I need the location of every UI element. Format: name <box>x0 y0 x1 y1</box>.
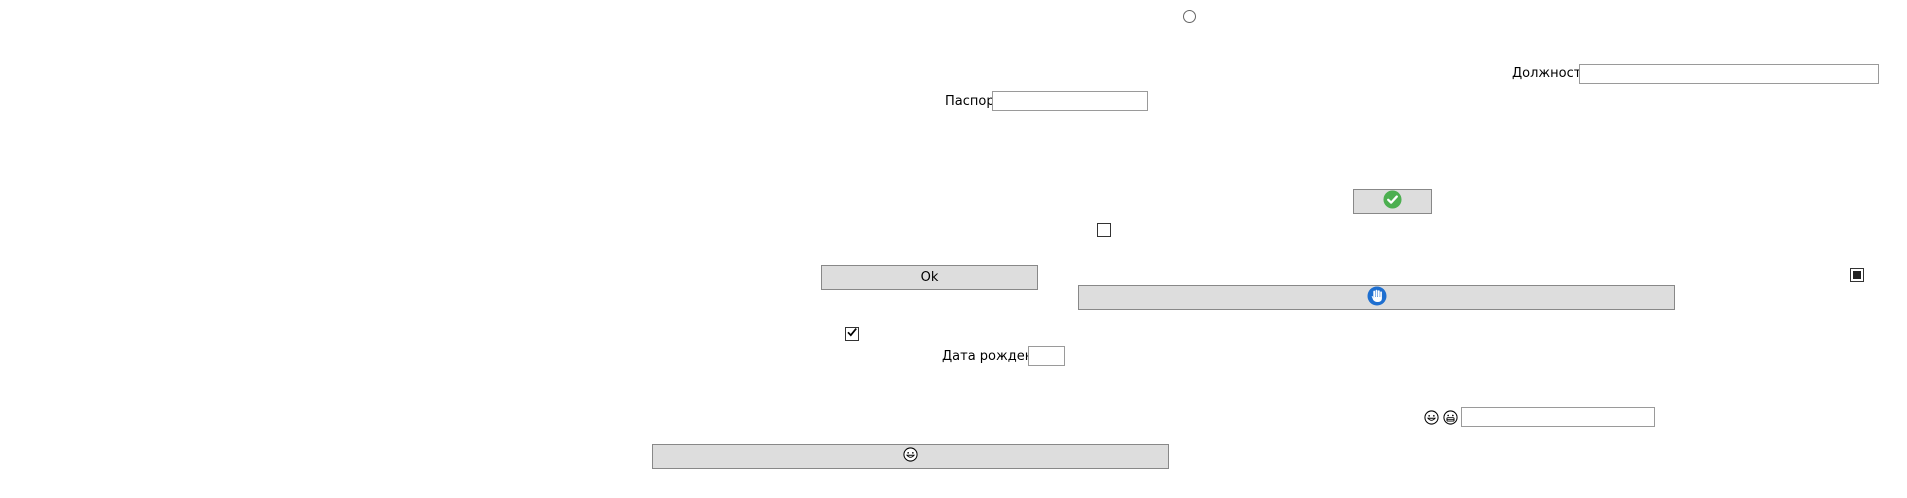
checkbox-checked[interactable] <box>845 327 859 341</box>
hand-icon <box>1367 286 1387 310</box>
checkmark-icon <box>846 326 858 342</box>
ok-button[interactable]: Ok <box>821 265 1038 290</box>
green-check-circle-icon <box>1383 190 1402 213</box>
grinning-face-icon <box>1443 410 1458 429</box>
hand-button[interactable] <box>1078 285 1675 310</box>
smiley-icon <box>903 447 918 466</box>
confirm-button[interactable] <box>1353 189 1432 214</box>
smiley-icon <box>1424 410 1439 429</box>
position-input[interactable] <box>1579 64 1879 84</box>
emoji-button[interactable] <box>652 444 1169 469</box>
position-label: Должность <box>1512 66 1589 81</box>
indeterminate-mark <box>1853 271 1861 279</box>
passport-input[interactable] <box>992 91 1148 111</box>
birthdate-input[interactable] <box>1028 346 1065 366</box>
checkbox-unchecked[interactable] <box>1097 223 1111 237</box>
radio-button[interactable] <box>1183 10 1196 23</box>
emoji-input[interactable] <box>1461 407 1655 427</box>
checkbox-indeterminate[interactable] <box>1850 268 1864 282</box>
